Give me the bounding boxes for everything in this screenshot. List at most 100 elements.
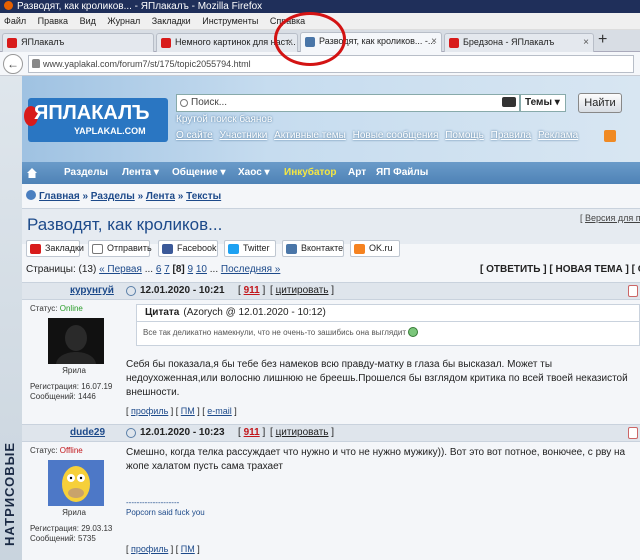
share-facebook-button[interactable]: Facebook: [158, 240, 218, 257]
facebook-icon: [162, 244, 173, 254]
link-about[interactable]: О сайте: [176, 130, 213, 141]
post-footer: [ профиль ] [ ПМ ] [ e-mail ]: [126, 406, 237, 416]
page-10[interactable]: 10: [196, 264, 207, 275]
menu-bookmarks[interactable]: Закладки: [152, 16, 191, 26]
post-rating[interactable]: [ 911 ]: [238, 285, 265, 296]
quote-text: Все так деликатно намекнули, что не очен…: [143, 327, 419, 337]
smile-icon: [408, 327, 419, 337]
menu-edit[interactable]: Правка: [38, 16, 68, 26]
content-area: Главная » Разделы » Лента » Тексты Разво…: [22, 184, 640, 560]
breadcrumb-feed[interactable]: Лента: [146, 191, 175, 202]
topic-title: Разводят, как кроликов...: [27, 215, 223, 234]
share-twitter-button[interactable]: Twitter: [224, 240, 276, 257]
share-vk-button[interactable]: Вконтакте: [282, 240, 344, 257]
user-status: Статус: Online: [30, 304, 83, 313]
report-icon[interactable]: [628, 427, 638, 439]
link-new-messages[interactable]: Новые сообщения: [353, 130, 439, 141]
profile-link[interactable]: профиль: [131, 544, 168, 554]
nav-sections[interactable]: Разделы: [64, 162, 108, 184]
breadcrumb-home[interactable]: Главная: [39, 191, 80, 202]
share-bookmarks-button[interactable]: Закладки: [26, 240, 84, 257]
breadcrumb-texts[interactable]: Тексты: [186, 191, 221, 202]
close-icon[interactable]: ×: [431, 33, 437, 50]
search-placeholder: Поиск...: [191, 97, 228, 108]
breadcrumb-sections[interactable]: Разделы: [91, 191, 135, 202]
quote-button[interactable]: [ цитировать ]: [270, 427, 334, 438]
user-rank: Ярила: [62, 508, 86, 517]
window-title: Разводят, как кроликов... - ЯПлакалъ - M…: [17, 1, 263, 12]
pages-prefix: Страницы: (13): [26, 264, 97, 275]
post-link-icon[interactable]: [126, 428, 136, 438]
nav-talk[interactable]: Общение ▾: [172, 162, 226, 184]
menu-history[interactable]: Журнал: [107, 16, 140, 26]
themes-select[interactable]: Темы ▾: [520, 94, 566, 112]
tab-yaplakal[interactable]: ЯПлакалъ: [2, 33, 154, 52]
quote-header: Цитата (Azorych @ 12.01.2020 - 10:12): [145, 307, 326, 318]
menu-file[interactable]: Файл: [4, 16, 26, 26]
print-version[interactable]: [ Версия для п: [580, 213, 640, 223]
report-icon[interactable]: [628, 285, 638, 297]
share-ok-button[interactable]: OK.ru: [350, 240, 400, 257]
link-active-topics[interactable]: Активные темы: [274, 130, 346, 141]
profile-link[interactable]: профиль: [131, 406, 168, 416]
yaplakal-favicon-icon: [7, 38, 17, 48]
search-tagline[interactable]: Крутой поиск баянов: [176, 114, 272, 125]
post-link-icon[interactable]: [126, 286, 136, 296]
rss-icon[interactable]: [604, 130, 616, 142]
nav-files[interactable]: ЯП Файлы: [376, 162, 428, 184]
menu-tools[interactable]: Инструменты: [202, 16, 258, 26]
page-last[interactable]: Последняя »: [221, 264, 280, 275]
nav-feed[interactable]: Лента ▾: [122, 162, 159, 184]
quote-button[interactable]: [ цитировать ]: [270, 285, 334, 296]
user-rank: Ярила: [62, 366, 86, 375]
camera-icon[interactable]: [502, 97, 516, 107]
site-logo[interactable]: ЯПЛАКАЛЪ YAPLAKAL.COM: [24, 98, 168, 142]
email-link[interactable]: e-mail: [207, 406, 232, 416]
page-9[interactable]: 9: [188, 264, 194, 275]
signature: Popcorn said fuck you: [126, 508, 205, 517]
nav-incubator[interactable]: Инкубатор: [284, 162, 337, 184]
avatar[interactable]: [48, 460, 104, 506]
main-nav: Разделы Лента ▾ Общение ▾ Хаос ▾ Инкубат…: [22, 162, 640, 184]
signature-divider: --------------------: [126, 498, 180, 507]
share-send-button[interactable]: Отправить: [88, 240, 152, 257]
breadcrumb-separator: »: [177, 191, 184, 202]
firefox-icon: [4, 1, 13, 10]
link-help[interactable]: Помощь: [445, 130, 484, 141]
pm-link[interactable]: ПМ: [181, 544, 195, 554]
tab-label: Бредзона - ЯПлакалъ: [463, 37, 555, 47]
page-6[interactable]: 6: [156, 264, 162, 275]
avatar[interactable]: [48, 318, 104, 364]
page-info-icon[interactable]: [32, 59, 40, 68]
page-first[interactable]: « Первая: [99, 264, 142, 275]
breadcrumb-separator: »: [82, 191, 89, 202]
breadcrumb-separator: »: [137, 191, 144, 202]
menu-view[interactable]: Вид: [80, 16, 96, 26]
nav-art[interactable]: Арт: [348, 162, 366, 184]
topic-actions[interactable]: [ ОТВЕТИТЬ ] [ НОВАЯ ТЕМА ] [ ОП: [480, 264, 640, 275]
page-7[interactable]: 7: [164, 264, 170, 275]
link-members[interactable]: Участники: [220, 130, 268, 141]
nav-chaos[interactable]: Хаос ▾: [238, 162, 270, 184]
new-tab-button[interactable]: +: [598, 32, 607, 48]
left-banner: НАТРИСОВЫЕ: [0, 76, 22, 560]
topic-header: Разводят, как кроликов... [ Версия для п: [22, 208, 640, 244]
yaplakal-favicon-icon: [161, 38, 171, 48]
post-text: Смешно, когда телка рассуждает что нужно…: [126, 447, 626, 472]
home-icon[interactable]: [26, 167, 38, 179]
mail-icon: [92, 244, 103, 254]
post-author[interactable]: dude29: [70, 427, 105, 438]
close-icon[interactable]: ×: [583, 34, 589, 51]
post-rating[interactable]: [ 911 ]: [238, 427, 265, 438]
post-author[interactable]: курунгуй: [70, 285, 114, 296]
pm-link[interactable]: ПМ: [181, 406, 195, 416]
link-ads[interactable]: Реклама: [538, 130, 578, 141]
back-button[interactable]: ←: [3, 54, 23, 74]
user-status: Статус: Offline: [30, 446, 83, 455]
quote-block: Цитата (Azorych @ 12.01.2020 - 10:12) Все…: [136, 304, 640, 346]
search-input[interactable]: Поиск...: [176, 94, 520, 112]
link-rules[interactable]: Правила: [491, 130, 532, 141]
tab-bredzona[interactable]: Бредзона - ЯПлакалъ ×: [444, 33, 594, 52]
top-links: О сайте Участники Активные темы Новые со…: [176, 130, 582, 141]
find-button[interactable]: Найти: [578, 93, 622, 113]
